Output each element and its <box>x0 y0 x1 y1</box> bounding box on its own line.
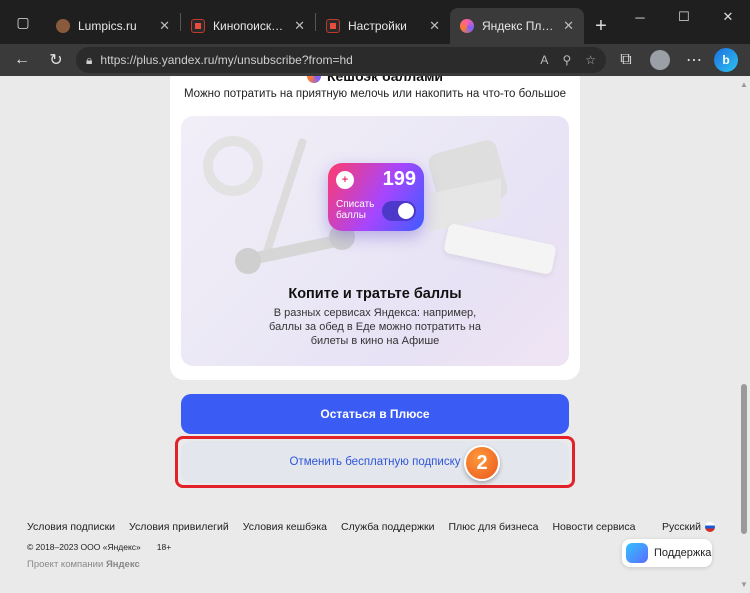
cancel-free-subscription-button[interactable]: Отменить бесплатную подписку <box>181 441 569 483</box>
minimize-icon[interactable]: ─ <box>618 0 662 34</box>
more-icon[interactable]: ⋯ <box>680 46 708 74</box>
yandex-plus-favicon-icon <box>460 19 474 33</box>
support-chat-button[interactable]: Поддержка <box>622 539 712 567</box>
cashback-title-text: Кешбэк баллами <box>326 76 444 84</box>
back-arrow-icon[interactable]: ← <box>8 46 36 74</box>
spend-points-label: Списать баллы <box>336 199 375 221</box>
close-icon[interactable]: ✕ <box>429 18 440 34</box>
yandex-plus-icon <box>306 76 321 83</box>
bing-copilot-icon[interactable]: b <box>714 48 738 72</box>
avatar-icon <box>650 50 670 70</box>
footer-link-support[interactable]: Служба поддержки <box>341 521 434 533</box>
profile-avatar[interactable] <box>646 46 674 74</box>
project-note: Проект компании Яндекс <box>27 559 140 570</box>
points-value: 199 <box>382 168 416 190</box>
footer-link-cashback-terms[interactable]: Условия кешбэка <box>243 521 327 533</box>
window-controls: ─ ☐ ✕ <box>618 0 750 34</box>
cashback-card: Кешбэк баллами Можно потратить на приятн… <box>170 76 580 380</box>
tab-actions-icon[interactable]: ▢ <box>0 0 46 44</box>
collections-icon[interactable]: ⧉ <box>612 46 640 74</box>
copyright: © 2018–2023 ООО «Яндекс» 18+ <box>27 542 171 552</box>
tab-kinopoisk[interactable]: Кинопоиск. Все фи ✕ <box>181 8 315 44</box>
new-tab-icon[interactable]: + <box>584 8 618 44</box>
address-toolbar: ← ↻ 🔒︎ https://plus.yandex.ru/my/unsubsc… <box>0 44 750 76</box>
language-selector[interactable]: Русский <box>662 521 715 533</box>
footer-link-news[interactable]: Новости сервиса <box>552 521 635 533</box>
project-company: Яндекс <box>105 559 140 570</box>
url-text[interactable]: https://plus.yandex.ru/my/unsubscribe?fr… <box>100 53 532 67</box>
close-icon[interactable]: ✕ <box>294 18 305 34</box>
footer-link-business[interactable]: Плюс для бизнеса <box>448 521 538 533</box>
scrollbar[interactable]: ▲ ▼ <box>740 76 748 593</box>
russia-flag-icon <box>704 522 715 532</box>
scroll-down-icon[interactable]: ▼ <box>740 580 748 589</box>
url-actions: A ⚲ ☆ <box>540 53 596 67</box>
refresh-icon[interactable]: ↻ <box>42 46 70 74</box>
footer-links: Условия подписки Условия привилегий Усло… <box>27 521 636 533</box>
kinopoisk-favicon-icon <box>326 19 340 33</box>
scroll-thumb[interactable] <box>741 384 747 534</box>
scooter-wheel <box>235 248 261 274</box>
tab-settings[interactable]: Настройки ✕ <box>316 8 450 44</box>
spend-points-toggle <box>382 201 416 221</box>
kinopoisk-favicon-icon <box>191 19 205 33</box>
cashback-title: Кешбэк баллами <box>170 76 580 84</box>
lock-icon: 🔒︎ <box>86 52 93 67</box>
close-icon[interactable]: ✕ <box>159 18 170 34</box>
points-widget: + 199 Списать баллы <box>328 163 424 231</box>
read-aloud-icon[interactable]: A <box>540 53 548 67</box>
close-icon[interactable]: ✕ <box>563 18 574 34</box>
language-label: Русский <box>662 521 701 533</box>
tab-lumpics[interactable]: Lumpics.ru ✕ <box>46 8 180 44</box>
project-prefix: Проект компании <box>27 559 104 570</box>
support-label: Поддержка <box>654 547 712 559</box>
age-rating: 18+ <box>156 542 172 552</box>
tab-label: Lumpics.ru <box>78 19 137 33</box>
headphones-illustration <box>203 136 263 196</box>
address-bar[interactable]: 🔒︎ https://plus.yandex.ru/my/unsubscribe… <box>76 47 606 73</box>
tray-illustration <box>443 222 557 276</box>
cashback-subtitle: Можно потратить на приятную мелочь или н… <box>183 88 567 100</box>
web-page: Кешбэк баллами Можно потратить на приятн… <box>0 76 750 593</box>
promo-text: В разных сервисах Яндекса: например, бал… <box>269 307 481 347</box>
tab-yandex-plus[interactable]: Яндекс Плюс: упра ✕ <box>450 8 584 44</box>
lumpics-favicon-icon <box>56 19 70 33</box>
tab-label: Яндекс Плюс: упра <box>482 19 555 33</box>
copyright-text: © 2018–2023 ООО «Яндекс» <box>27 542 141 552</box>
close-window-icon[interactable]: ✕ <box>706 0 750 34</box>
scooter-illustration <box>262 137 308 255</box>
promo-illustration: + 199 Списать баллы Копите и тратьте бал… <box>181 116 569 366</box>
tab-label: Настройки <box>348 19 407 33</box>
footer-link-subscription-terms[interactable]: Условия подписки <box>27 521 115 533</box>
promo-title: Копите и тратьте баллы <box>288 286 462 302</box>
favorite-star-icon[interactable]: ☆ <box>585 53 596 67</box>
step-number-badge: 2 <box>464 445 500 481</box>
footer-link-privilege-terms[interactable]: Условия привилегий <box>129 521 229 533</box>
maximize-icon[interactable]: ☐ <box>662 0 706 34</box>
support-chat-icon <box>626 543 648 563</box>
stay-in-plus-button[interactable]: Остаться в Плюсе <box>181 394 569 434</box>
plus-icon: + <box>336 171 354 189</box>
zoom-icon[interactable]: ⚲ <box>562 53 571 67</box>
scroll-up-icon[interactable]: ▲ <box>740 80 748 89</box>
tab-label: Кинопоиск. Все фи <box>213 19 286 33</box>
